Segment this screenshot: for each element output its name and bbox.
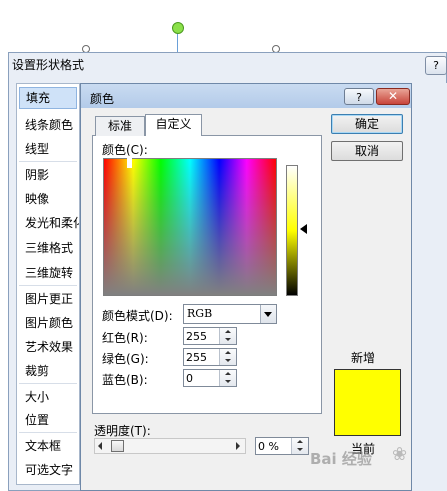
- color-mode-label: 颜色模式(D):: [102, 309, 173, 323]
- green-label: 绿色(G):: [102, 352, 149, 366]
- spin-up-icon[interactable]: [297, 440, 303, 443]
- new-color-swatch: [334, 369, 401, 436]
- close-button[interactable]: ✕: [376, 88, 410, 105]
- sidebar-item-size[interactable]: 大小: [25, 388, 49, 405]
- watermark: Bai 经验: [310, 450, 372, 468]
- sidebar-item-reflection[interactable]: 映像: [25, 190, 49, 207]
- paw-icon: ❀: [392, 444, 408, 465]
- sidebar-item-crop[interactable]: 裁剪: [25, 362, 49, 379]
- color-dialog-title: 颜色: [90, 92, 115, 106]
- spin-down-icon[interactable]: [225, 338, 231, 341]
- sidebar-divider: [19, 161, 77, 162]
- blue-label: 蓝色(B):: [102, 373, 148, 387]
- sidebar-item-fill[interactable]: 填充: [19, 87, 77, 109]
- back-help-button[interactable]: ?: [425, 56, 447, 75]
- luminance-slider[interactable]: [286, 165, 298, 296]
- spin-down-icon[interactable]: [297, 448, 303, 451]
- sidebar-divider: [19, 383, 77, 384]
- sidebar-item-alt-text[interactable]: 可选文字: [25, 461, 73, 478]
- tab-custom[interactable]: 自定义: [145, 114, 202, 136]
- red-spinner[interactable]: [219, 328, 236, 344]
- arrow-left-icon[interactable]: [98, 442, 102, 450]
- ok-button[interactable]: 确定: [331, 114, 403, 134]
- sidebar-divider: [19, 285, 77, 286]
- sidebar-divider: [19, 432, 77, 433]
- luminance-arrow-icon[interactable]: [300, 224, 307, 234]
- sidebar-item-text-box[interactable]: 文本框: [25, 437, 61, 454]
- sidebar-item-position[interactable]: 位置: [25, 411, 49, 428]
- tab-standard[interactable]: 标准: [95, 116, 145, 136]
- chevron-down-icon: [264, 312, 272, 317]
- spin-up-icon[interactable]: [225, 351, 231, 354]
- color-mode-value: RGB: [187, 307, 213, 320]
- sidebar-item-glow-soft-edges[interactable]: 发光和柔化: [25, 214, 79, 231]
- red-label: 红色(R):: [102, 331, 148, 345]
- blue-value: 0: [186, 372, 193, 385]
- red-value: 255: [186, 330, 207, 343]
- format-shape-content: [410, 83, 447, 491]
- new-color-label: 新增: [351, 351, 376, 365]
- sidebar-item-picture-corrections[interactable]: 图片更正: [25, 290, 73, 307]
- green-value: 255: [186, 351, 207, 364]
- sidebar-item-artistic-effects[interactable]: 艺术效果: [25, 338, 73, 355]
- transparency-spinner[interactable]: [291, 438, 308, 454]
- spin-up-icon[interactable]: [225, 372, 231, 375]
- spin-down-icon[interactable]: [225, 359, 231, 362]
- sidebar-item-3d-rotation[interactable]: 三维旋转: [25, 264, 73, 281]
- color-spectrum[interactable]: [103, 158, 277, 296]
- arrow-right-icon[interactable]: [236, 442, 240, 450]
- spin-down-icon[interactable]: [225, 380, 231, 383]
- help-button[interactable]: ?: [344, 88, 374, 105]
- sidebar-item-line-color[interactable]: 线条颜色: [25, 116, 73, 133]
- spin-up-icon[interactable]: [225, 330, 231, 333]
- format-shape-sidebar: 填充 线条颜色 线型 阴影 映像 发光和柔化 三维格式 三维旋转 图片更正 图片…: [16, 83, 80, 485]
- colors-label: 颜色(C):: [102, 143, 148, 157]
- sidebar-item-3d-format[interactable]: 三维格式: [25, 239, 73, 256]
- cancel-button[interactable]: 取消: [331, 141, 403, 161]
- color-crosshair-icon[interactable]: [127, 158, 132, 168]
- sidebar-item-line-style[interactable]: 线型: [25, 140, 49, 157]
- transparency-value: 0 %: [258, 440, 279, 453]
- blue-spinner[interactable]: [219, 370, 236, 386]
- sidebar-item-picture-color[interactable]: 图片颜色: [25, 314, 73, 331]
- rotation-handle-icon[interactable]: [172, 22, 184, 34]
- transparency-label: 透明度(T):: [94, 424, 151, 438]
- sidebar-item-shadow[interactable]: 阴影: [25, 166, 49, 183]
- transparency-slider-thumb[interactable]: [111, 440, 124, 452]
- green-spinner[interactable]: [219, 349, 236, 365]
- format-shape-title: 设置形状格式: [12, 58, 85, 72]
